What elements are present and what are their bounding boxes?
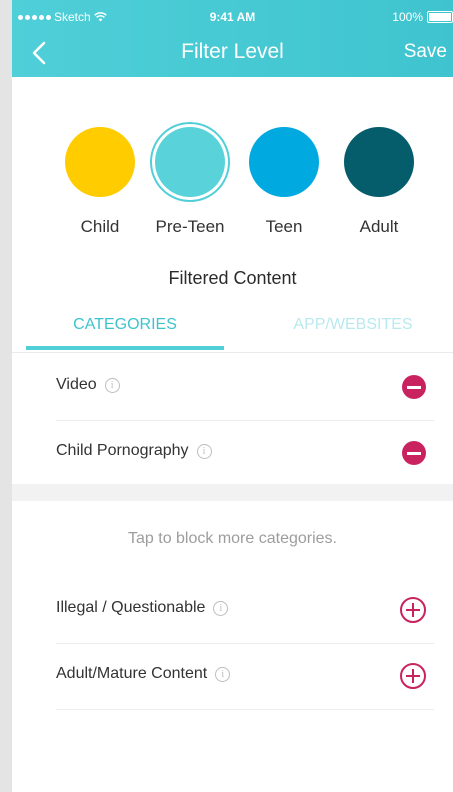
- level-circle: [155, 127, 225, 197]
- level-option-child[interactable]: Child: [55, 120, 145, 237]
- available-category-row: Illegal / Questionable i: [56, 577, 434, 644]
- level-option-pre-teen[interactable]: Pre-Teen: [145, 120, 235, 237]
- content-tabs: CATEGORIES APP/WEBSITES: [12, 312, 453, 353]
- category-label: Video: [56, 376, 97, 393]
- section-title: Filtered Content: [168, 268, 297, 288]
- navigation-bar: Filter Level Save: [12, 36, 453, 70]
- category-name: Child Pornography i: [56, 442, 212, 460]
- section-divider: [12, 484, 453, 501]
- category-name: Adult/Mature Content i: [56, 665, 231, 683]
- status-bar: Sketch 9:41 AM 100%: [12, 10, 453, 26]
- level-label: Child: [80, 217, 120, 236]
- battery-icon: [427, 11, 453, 23]
- level-circle: [65, 127, 135, 197]
- battery-status: 100%: [392, 10, 453, 24]
- info-icon[interactable]: i: [213, 600, 229, 616]
- status-time: 9:41 AM: [209, 10, 256, 24]
- available-category-row: Adult/Mature Content i: [56, 643, 434, 710]
- level-circle: [249, 127, 319, 197]
- level-label: Adult: [359, 217, 399, 236]
- category-label: Illegal / Questionable: [56, 599, 206, 616]
- remove-button[interactable]: [402, 441, 426, 465]
- category-name: Video i: [56, 376, 120, 394]
- filter-level-screen: Sketch 9:41 AM 100% Filter Level Save Ch…: [12, 0, 453, 792]
- level-label: Pre-Teen: [155, 217, 225, 236]
- category-label: Adult/Mature Content: [56, 665, 208, 682]
- block-more-hint: Tap to block more categories.: [128, 530, 337, 547]
- battery-percent: 100%: [392, 10, 423, 24]
- category-label: Child Pornography: [56, 442, 189, 459]
- filter-level-selector: Child Pre-Teen Teen Adult: [12, 120, 453, 240]
- add-button[interactable]: [400, 597, 426, 623]
- remove-button[interactable]: [402, 375, 426, 399]
- page-title: Filter Level: [181, 40, 284, 63]
- header: Sketch 9:41 AM 100% Filter Level Save: [12, 0, 453, 77]
- level-circle: [344, 127, 414, 197]
- info-icon[interactable]: i: [104, 377, 120, 393]
- level-option-adult[interactable]: Adult: [334, 120, 424, 237]
- category-name: Illegal / Questionable i: [56, 599, 229, 617]
- level-option-teen[interactable]: Teen: [239, 120, 329, 237]
- save-button[interactable]: Save: [404, 41, 447, 63]
- tab-app-websites[interactable]: APP/WEBSITES: [248, 316, 453, 334]
- blocked-category-row: Video i: [56, 354, 434, 421]
- tab-categories[interactable]: CATEGORIES: [20, 316, 230, 334]
- active-tab-indicator: [26, 346, 224, 350]
- info-icon[interactable]: i: [215, 666, 231, 682]
- info-icon[interactable]: i: [196, 443, 212, 459]
- blocked-category-row: Child Pornography i: [56, 420, 434, 486]
- add-button[interactable]: [400, 663, 426, 689]
- level-label: Teen: [265, 217, 303, 236]
